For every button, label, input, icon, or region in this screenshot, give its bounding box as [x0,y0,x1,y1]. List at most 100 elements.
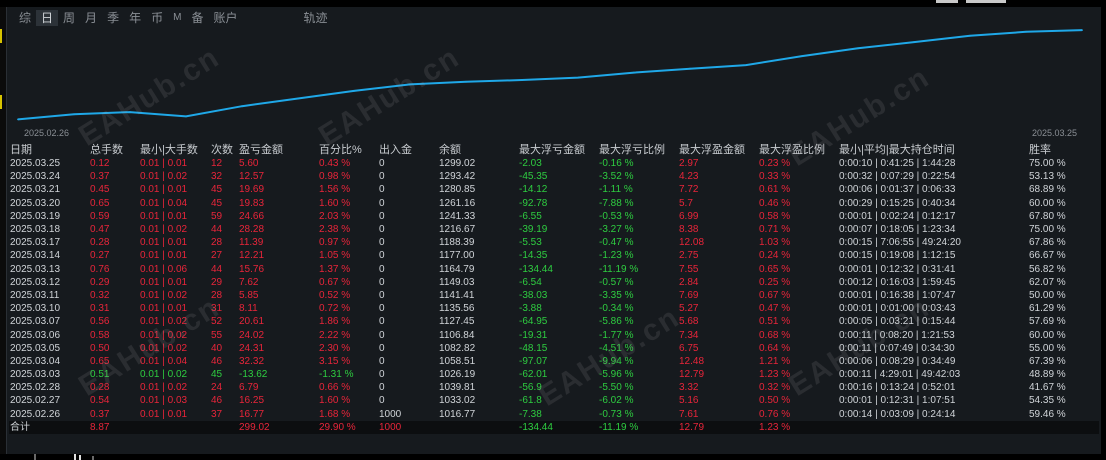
table-row[interactable]: 2025.03.25 0.12 0.01 | 0.01 12 5.60 0.43 % 0 12… [9,157,1099,170]
balance-series-line [17,29,1083,121]
table-cell: -19.31 [519,329,548,341]
header-cell-5[interactable]: 百分比% [318,143,378,157]
table-cell: 2025.03.06 [10,329,61,341]
table-cell: 0:00:06 | 0:01:37 | 0:06:33 [839,184,956,196]
table-cell: 0.98 % [319,171,351,183]
table-cell: 1135.56 [439,303,475,315]
table-cell: 0.01 | 0.04 [140,355,188,367]
header-cell-9[interactable]: 最大浮亏比例 [598,143,678,157]
tab-1[interactable]: 日 [36,10,59,26]
table-cell: 0.71 % [759,224,791,236]
header-cell-1[interactable]: 总手数 [89,143,139,157]
header-cell-7[interactable]: 余额 [438,143,518,157]
header-cell-12[interactable]: 最小|平均|最大持仓时间 [838,143,1028,157]
table-cell: 0.65 [90,355,110,367]
table-row[interactable]: 2025.03.10 0.31 0.01 | 0.01 31 8.11 0.72 % 0 11… [9,302,1099,315]
table-cell: 1241.33 [439,210,476,222]
table-cell: 2025.03.17 [10,237,61,249]
tab-10[interactable]: 轨迹 [298,10,332,26]
table-cell: 6.75 [679,342,699,354]
header-cell-0[interactable]: 日期 [9,143,89,157]
table-cell: -97.07 [519,355,548,367]
table-cell: -1.31 % [319,369,354,381]
header-cell-2[interactable]: 最小|大手数 [139,143,210,157]
header-cell-4[interactable]: 盈亏金额 [238,143,318,157]
table-cell: 5.7 [679,197,693,209]
header-cell-11[interactable]: 最大浮盈比例 [758,143,838,157]
table-row[interactable]: 2025.03.04 0.65 0.01 | 0.04 46 32.32 3.15 % 0 1… [9,355,1099,368]
table-cell: 55 [211,329,223,341]
table-cell: 12.48 [679,355,705,367]
table-row[interactable]: 2025.03.07 0.56 0.01 | 0.02 52 20.61 1.86 % 0 1… [9,315,1099,328]
table-row[interactable]: 2025.03.06 0.58 0.01 | 0.02 55 24.02 2.22 % 0 1… [9,328,1099,341]
header-cell-10[interactable]: 最大浮盈金额 [678,143,758,157]
table-cell: 11.39 [239,237,264,249]
table-row[interactable]: 2025.03.12 0.29 0.01 | 0.01 29 7.62 0.67 % 0 11… [9,276,1099,289]
tab-5[interactable]: 年 [124,10,146,26]
balance-point [857,47,859,50]
table-row[interactable]: 2025.03.17 0.28 0.01 | 0.01 28 11.39 0.97 % 0 1… [9,236,1099,249]
table-cell: -38.03 [519,289,548,301]
tab-3[interactable]: 月 [80,10,102,26]
table-cell: 0.67 % [759,289,791,301]
table-cell: 2025.02.28 [10,382,61,394]
table-cell: 41.67 % [1029,382,1066,394]
table-cell: 2025.03.25 [10,158,61,170]
table-cell: 59.46 % [1029,408,1066,420]
table-cell: 66.67 % [1029,250,1066,262]
table-cell: 2025.03.07 [10,316,61,328]
header-cell-13[interactable]: 胜率 [1028,143,1099,157]
table-cell: 0:00:16 | 0:13:24 | 0:52:01 [839,382,956,394]
table-cell: 0.01 | 0.01 [140,303,188,315]
tab-7[interactable]: M [168,10,186,26]
table-cell: 61.29 % [1029,303,1066,315]
tab-9[interactable]: 账户 [208,10,242,26]
table-cell: 5.60 [239,158,259,170]
table-row[interactable]: 2025.02.26 0.37 0.01 | 0.01 37 16.77 1.68 % 10… [9,408,1099,421]
table-row[interactable]: 2025.03.05 0.50 0.01 | 0.02 40 24.31 2.30 % 0 1… [9,342,1099,355]
table-cell: 0.76 [90,263,110,275]
balance-point [577,76,579,79]
table-cell: 2025.03.04 [10,355,61,367]
table-cell: 0.01 | 0.02 [140,171,188,183]
table-cell: 2.03 % [319,210,351,222]
tab-6[interactable]: 币 [146,10,168,26]
table-row[interactable]: 2025.03.24 0.37 0.01 | 0.02 32 12.57 0.98 % 0 1… [9,170,1099,183]
table-cell: -1.11 % [599,184,633,196]
tab-2[interactable]: 周 [58,10,80,26]
table-row[interactable]: 2025.03.21 0.45 0.01 | 0.01 45 19.69 1.56 % 0 1… [9,183,1099,196]
table-cell: 1.03 % [759,237,791,249]
table-cell: 0 [379,316,385,328]
tab-8[interactable]: 备 [186,10,208,26]
header-cell-3[interactable]: 次数 [210,143,238,157]
table-cell: -6.02 % [599,395,634,407]
table-cell: 2025.03.11 [10,289,60,301]
table-row[interactable]: 2025.03.11 0.32 0.01 | 0.02 28 5.85 0.52 % 0 11… [9,289,1099,302]
tab-0[interactable]: 综 [14,10,36,26]
table-row[interactable]: 2025.03.13 0.76 0.01 | 0.06 44 15.76 1.37 % 0 1… [9,263,1099,276]
table-row[interactable]: 2025.03.19 0.59 0.01 | 0.01 59 24.66 2.03 % 0 1… [9,210,1099,223]
table-cell: 24.02 [239,329,265,341]
table-cell: 7.55 [679,263,699,275]
table-cell: -3.27 % [599,224,634,236]
table-cell: 0.56 [90,316,110,328]
table-cell: 1.21 % [759,355,791,367]
table-row[interactable]: 2025.03.18 0.47 0.01 | 0.02 44 28.28 2.38 % 0 1… [9,223,1099,236]
header-cell-8[interactable]: 最大浮亏金额 [518,143,598,157]
total-cell: -134.44 [518,420,598,434]
table-cell: 2025.03.03 [10,369,61,381]
table-cell: 0:00:11 | 4:29:01 | 49:42:03 [839,369,961,381]
balance-point [297,97,299,100]
table-row[interactable]: 2025.03.20 0.65 0.01 | 0.04 45 19.83 1.60 % 0 1… [9,197,1099,210]
table-cell: -0.73 % [599,408,634,420]
table-cell: 7.61 [679,408,699,420]
header-cell-6[interactable]: 出入金 [378,143,438,157]
table-row[interactable]: 2025.03.14 0.27 0.01 | 0.01 27 12.21 1.05 % 0 1… [9,249,1099,262]
tab-4[interactable]: 季 [102,10,124,26]
table-row[interactable]: 2025.02.27 0.54 0.01 | 0.03 46 16.25 1.60 % 0 1… [9,394,1099,407]
total-cell [210,420,238,434]
table-cell: 24.31 [239,342,265,354]
table-row[interactable]: 2025.02.28 0.28 0.01 | 0.02 24 6.79 0.66 % 0 10… [9,381,1099,394]
table-cell: 0.01 | 0.02 [140,316,188,328]
table-row[interactable]: 2025.03.03 0.51 0.01 | 0.02 45 -13.62 -1.31 %… [9,368,1099,381]
